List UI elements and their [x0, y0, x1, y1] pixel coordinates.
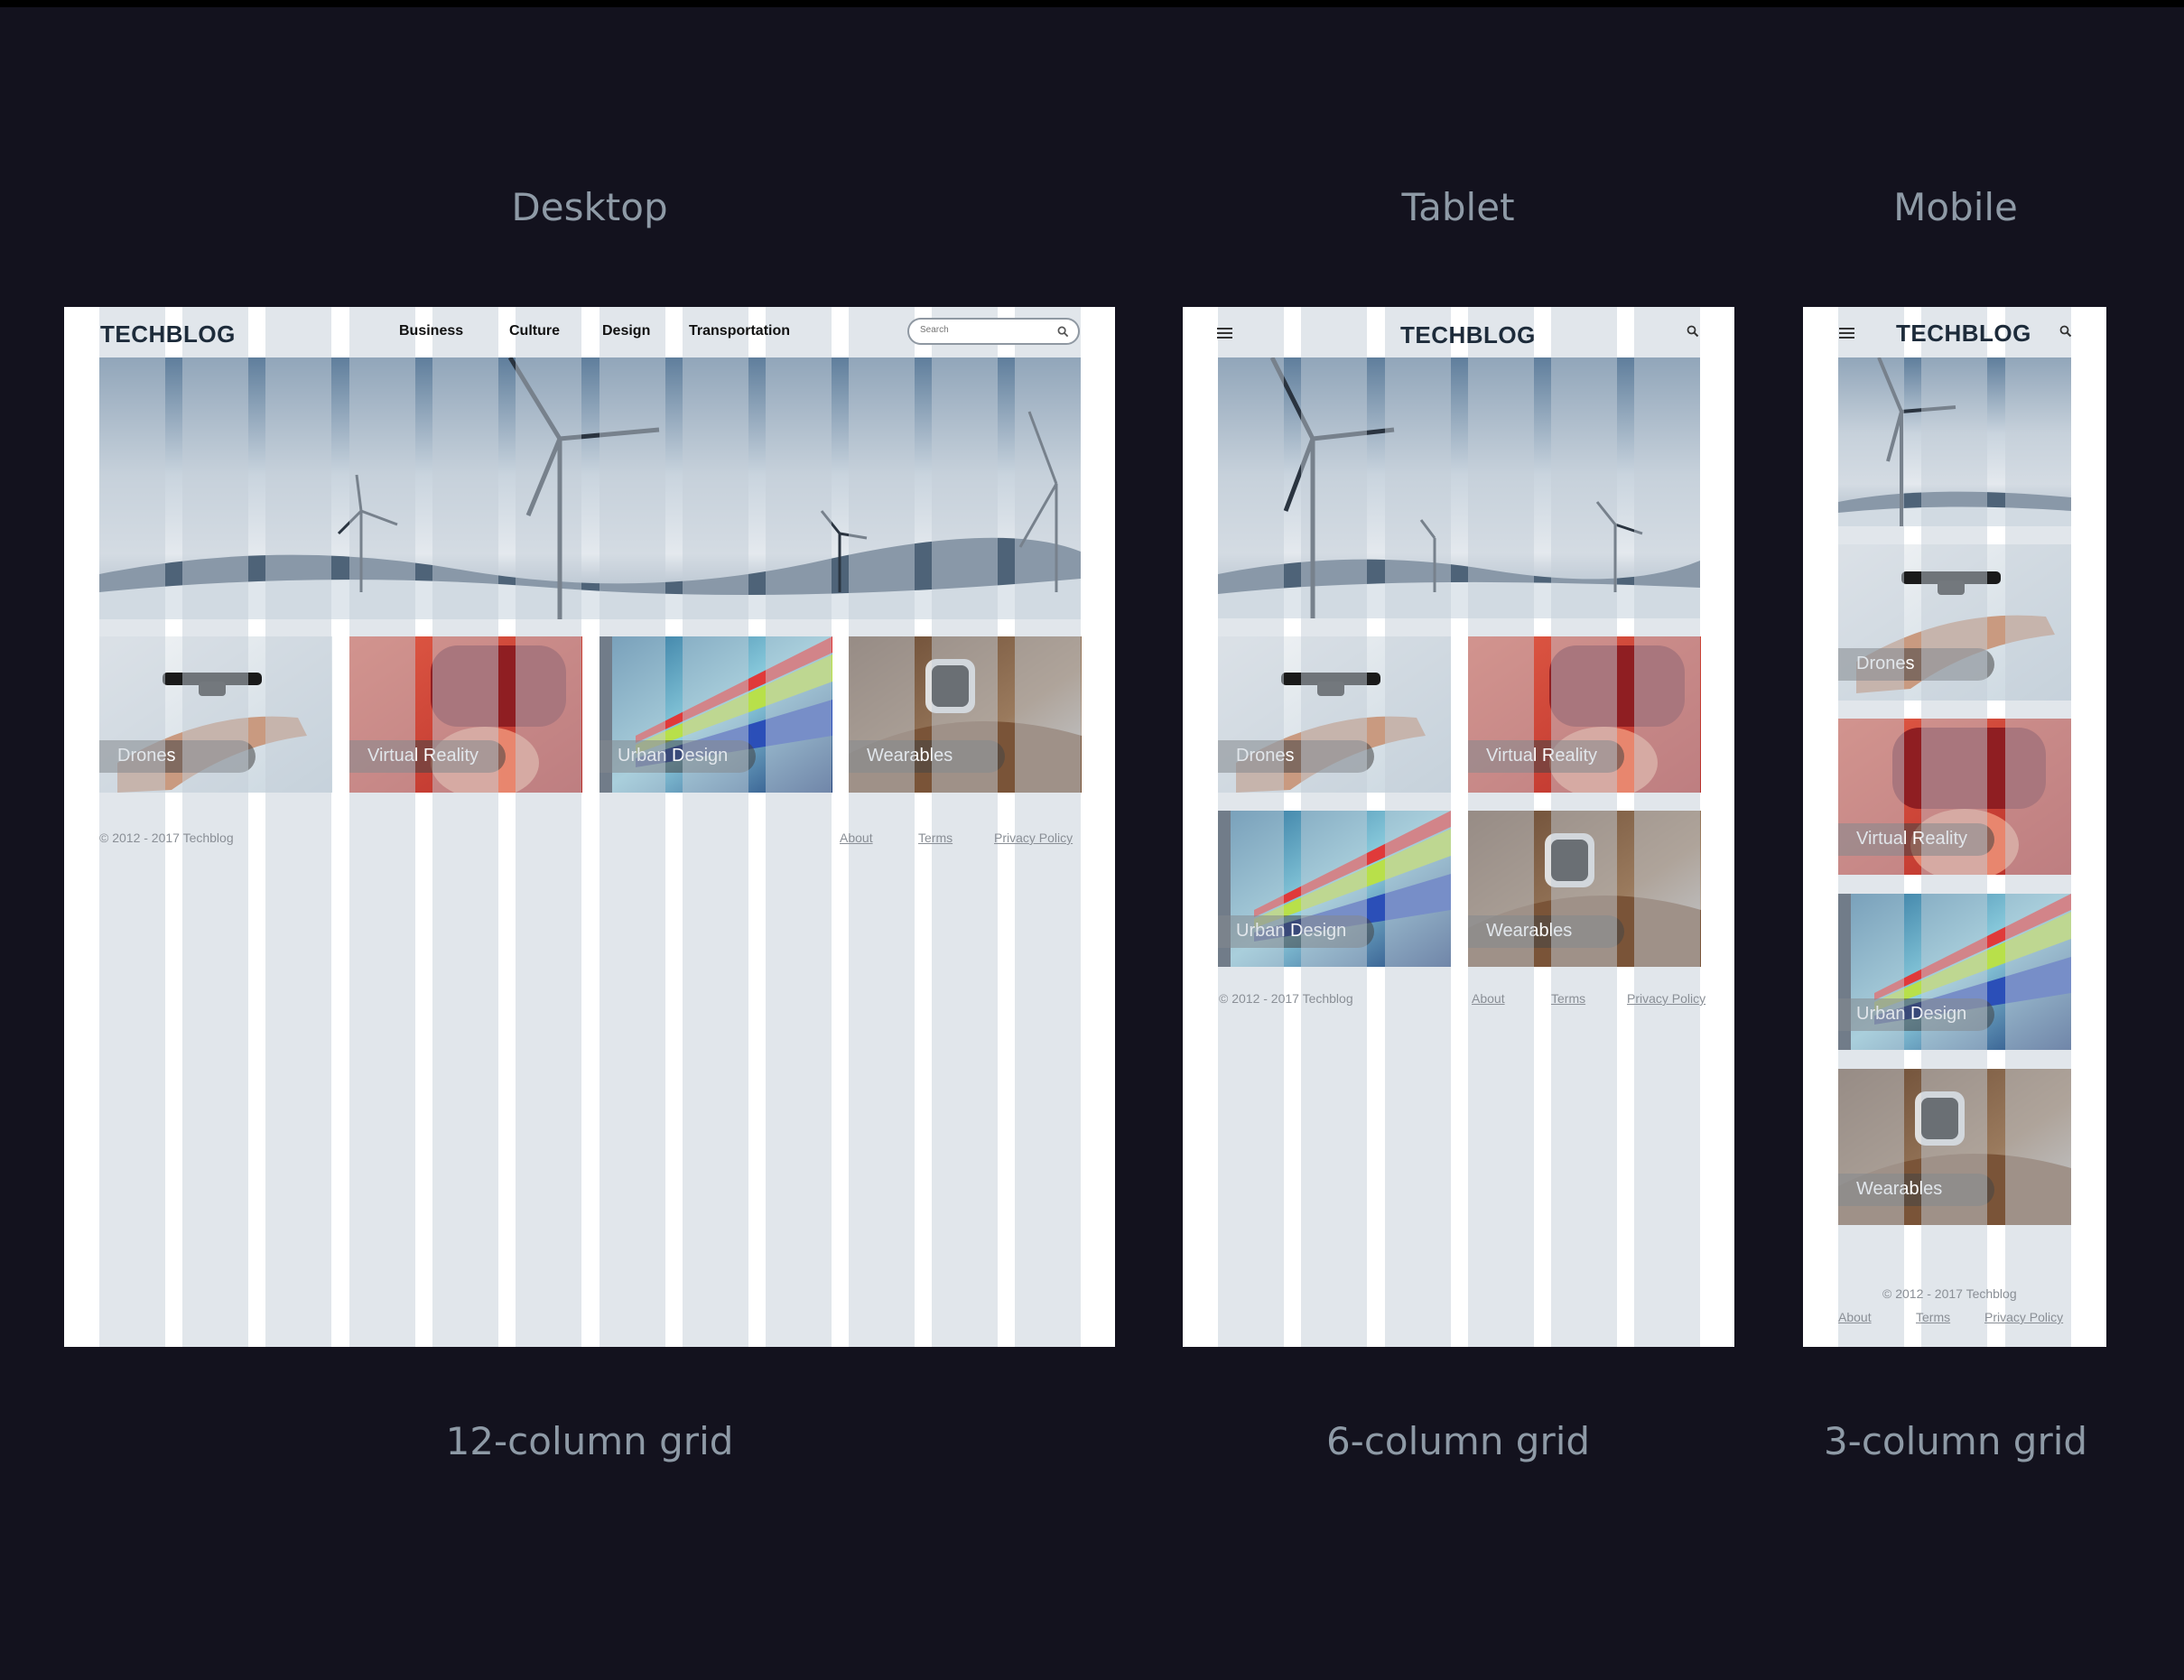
label-drones: Drones — [1218, 740, 1374, 773]
hamburger-menu-icon[interactable] — [1839, 327, 1854, 339]
search-icon[interactable] — [1687, 325, 1699, 338]
footer-privacy-link[interactable]: Privacy Policy — [994, 831, 1073, 845]
footer-terms-link[interactable]: Terms — [1916, 1310, 1950, 1324]
label-wearables: Wearables — [1838, 1174, 1994, 1206]
footer-terms-link[interactable]: Terms — [1551, 991, 1585, 1006]
hero-image-wind-turbines — [1838, 357, 2071, 526]
hero-image-wind-turbines — [1218, 357, 1700, 618]
desktop-frame: TECHBLOG Business Culture Design Transpo… — [64, 307, 1115, 1347]
desktop-grid-label: 12-column grid — [445, 1419, 734, 1463]
footer-privacy-link[interactable]: Privacy Policy — [1627, 991, 1705, 1006]
footer-terms-link[interactable]: Terms — [918, 831, 953, 845]
label-drones: Drones — [99, 740, 256, 773]
nav-design[interactable]: Design — [602, 323, 650, 339]
tablet-frame: TECHBLOG Drones Virtual Reality Urban De… — [1183, 307, 1734, 1347]
footer-privacy-link[interactable]: Privacy Policy — [1984, 1310, 2063, 1324]
footer-about-link[interactable]: About — [840, 831, 873, 845]
label-drones: Drones — [1838, 648, 1994, 681]
nav-business[interactable]: Business — [399, 323, 463, 339]
label-wearables: Wearables — [849, 740, 1005, 773]
hero-image-wind-turbines — [99, 357, 1081, 619]
label-urban-design: Urban Design — [1838, 998, 1994, 1031]
footer-copyright: © 2012 - 2017 Techblog — [1219, 991, 1353, 1006]
mobile-frame: TECHBLOG Drones Virtual Reality Urban De… — [1803, 307, 2106, 1347]
search-box[interactable] — [907, 318, 1080, 345]
footer-about-link[interactable]: About — [1472, 991, 1505, 1006]
label-virtual-reality: Virtual Reality — [1468, 740, 1624, 773]
search-icon[interactable] — [1057, 326, 1069, 338]
search-input[interactable] — [920, 325, 1055, 335]
brand-logo[interactable]: TECHBLOG — [100, 320, 236, 348]
footer-copyright: © 2012 - 2017 Techblog — [99, 831, 234, 845]
desktop-label: Desktop — [511, 185, 668, 229]
nav-transportation[interactable]: Transportation — [689, 323, 790, 339]
tablet-label: Tablet — [1401, 185, 1515, 229]
label-wearables: Wearables — [1468, 915, 1624, 948]
mobile-grid-label: 3-column grid — [1823, 1419, 2088, 1463]
hamburger-menu-icon[interactable] — [1217, 327, 1232, 339]
brand-logo[interactable]: TECHBLOG — [1400, 321, 1536, 349]
search-icon[interactable] — [2059, 325, 2072, 338]
footer-copyright: © 2012 - 2017 Techblog — [1882, 1286, 2017, 1301]
brand-logo[interactable]: TECHBLOG — [1896, 320, 2031, 348]
label-virtual-reality: Virtual Reality — [1838, 823, 1994, 856]
nav-culture[interactable]: Culture — [509, 323, 560, 339]
footer-about-link[interactable]: About — [1838, 1310, 1872, 1324]
label-virtual-reality: Virtual Reality — [349, 740, 506, 773]
top-border — [0, 0, 2184, 7]
label-urban-design: Urban Design — [599, 740, 756, 773]
tablet-grid-label: 6-column grid — [1325, 1419, 1591, 1463]
label-urban-design: Urban Design — [1218, 915, 1374, 948]
mobile-label: Mobile — [1893, 185, 2018, 229]
